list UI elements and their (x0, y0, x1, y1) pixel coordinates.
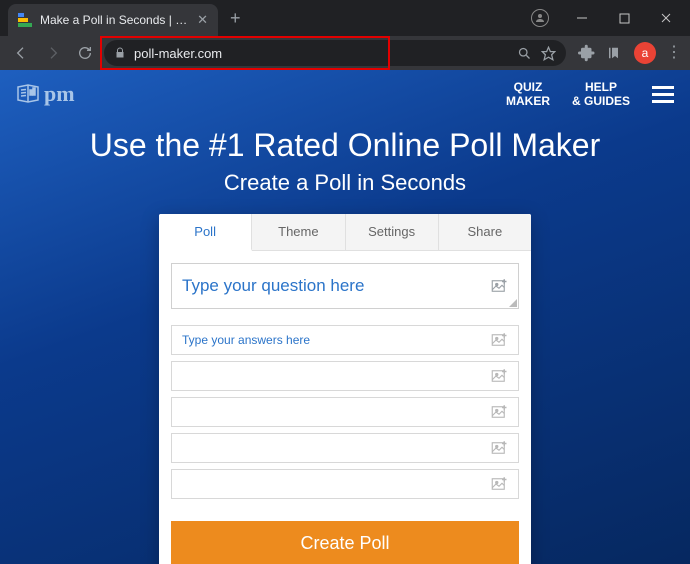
question-field-wrapper (171, 263, 519, 309)
media-control-icon[interactable] (606, 44, 624, 62)
create-poll-button[interactable]: Create Poll (171, 521, 519, 564)
answer-field (171, 397, 519, 427)
logo-text: pm (44, 81, 75, 107)
avatar-letter: a (642, 46, 649, 60)
menu-button[interactable]: ⋮ (666, 45, 682, 61)
answer-input[interactable] (182, 441, 490, 455)
address-bar[interactable]: poll-maker.com (104, 40, 566, 66)
reload-button[interactable] (72, 40, 98, 66)
answer-field (171, 469, 519, 499)
tab-theme[interactable]: Theme (252, 214, 345, 250)
minimize-button[interactable] (562, 4, 602, 32)
answer-input[interactable] (182, 333, 490, 347)
nav-help-guides[interactable]: HELP & GUIDES (572, 80, 630, 109)
bookmark-icon[interactable] (540, 46, 556, 61)
page-title: Use the #1 Rated Online Poll Maker (0, 127, 690, 164)
add-image-icon[interactable] (490, 367, 508, 385)
answer-field (171, 433, 519, 463)
add-image-icon[interactable] (490, 439, 508, 457)
answer-input[interactable] (182, 405, 490, 419)
logo-icon (16, 84, 40, 104)
add-image-icon[interactable] (490, 331, 508, 349)
add-image-icon[interactable] (490, 475, 508, 493)
profile-avatar[interactable]: a (634, 42, 656, 64)
search-icon[interactable] (516, 46, 532, 61)
new-tab-button[interactable]: + (218, 8, 253, 29)
browser-tab[interactable]: Make a Poll in Seconds | Free & U ✕ (8, 4, 218, 36)
poll-card: Poll Theme Settings Share Create Poll (159, 214, 531, 564)
back-button[interactable] (8, 40, 34, 66)
tab-close-icon[interactable]: ✕ (197, 12, 208, 28)
close-button[interactable] (646, 4, 686, 32)
url-text: poll-maker.com (134, 46, 508, 61)
site-logo[interactable]: pm (16, 81, 75, 107)
page-subtitle: Create a Poll in Seconds (0, 170, 690, 196)
hamburger-menu-icon[interactable] (652, 86, 674, 103)
extensions-icon[interactable] (578, 44, 596, 62)
answer-input[interactable] (182, 369, 490, 383)
add-image-icon[interactable] (490, 403, 508, 421)
card-tabs: Poll Theme Settings Share (159, 214, 531, 251)
resize-handle-icon[interactable] (509, 299, 517, 307)
tab-settings[interactable]: Settings (346, 214, 439, 250)
tab-share[interactable]: Share (439, 214, 531, 250)
user-profile-icon[interactable] (520, 4, 560, 32)
tab-title: Make a Poll in Seconds | Free & U (40, 13, 189, 27)
favicon-icon (18, 13, 32, 27)
maximize-button[interactable] (604, 4, 644, 32)
answer-field (171, 361, 519, 391)
nav-quiz-maker[interactable]: QUIZ MAKER (506, 80, 550, 109)
question-input[interactable] (182, 276, 490, 296)
answer-field (171, 325, 519, 355)
add-image-icon[interactable] (490, 277, 508, 295)
answer-input[interactable] (182, 477, 490, 491)
lock-icon (114, 47, 126, 59)
tab-poll[interactable]: Poll (159, 214, 252, 251)
forward-button[interactable] (40, 40, 66, 66)
